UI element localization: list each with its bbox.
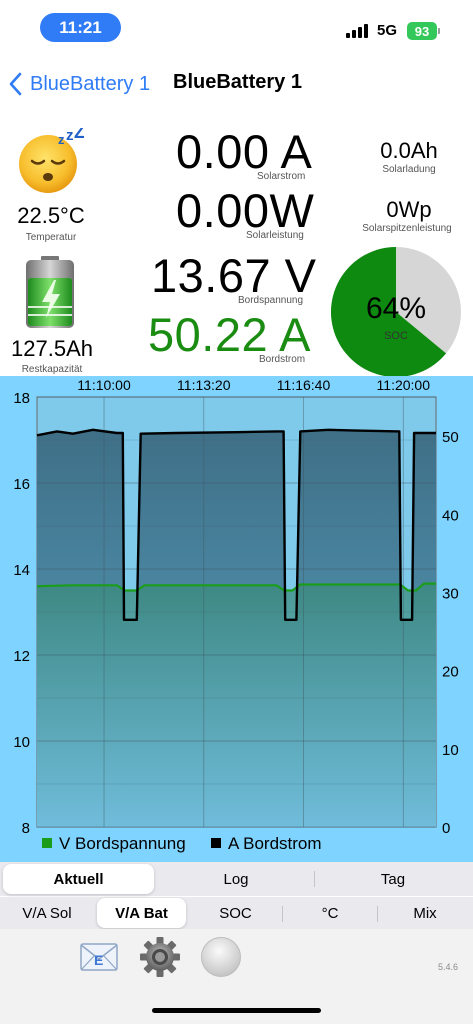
chart-area: 11:10:00 11:13:20 11:16:40 11:20:00 18 16 14 12… <box>0 376 473 862</box>
legend-swatch <box>42 838 52 848</box>
soc-percent-text: 64% <box>365 292 427 325</box>
segment-divider <box>314 871 315 887</box>
battery-level-icon: 93 <box>407 22 437 40</box>
y-left-tick-label: 16 <box>13 476 30 493</box>
back-button[interactable]: BlueBattery 1 <box>8 68 150 100</box>
y-right-tick-label: 40 <box>442 507 459 524</box>
y-right-tick-label: 10 <box>442 742 459 759</box>
x-tick-label: 11:20:00 <box>377 377 431 393</box>
board-voltage-value: 13.67 V <box>151 249 317 302</box>
board-voltage-label: Bordspannung <box>238 295 304 306</box>
back-label: BlueBattery 1 <box>30 72 151 95</box>
tab-aktuell[interactable]: Aktuell <box>3 864 154 894</box>
y-left-tick-label: 10 <box>13 734 30 751</box>
tab-log[interactable]: Log <box>160 864 312 894</box>
tab-soc[interactable]: SOC <box>190 898 281 928</box>
app-version: 5.4.6 <box>438 962 459 972</box>
solar-power-value: 0.00W <box>176 184 315 237</box>
charging-battery-icon <box>26 256 74 328</box>
svg-text:z: z <box>58 132 65 147</box>
y-right-tick-label: 30 <box>442 585 459 602</box>
svg-text:z: z <box>66 128 74 144</box>
y-left-tick-label: 12 <box>13 648 30 665</box>
voltage-area <box>37 583 436 827</box>
solar-current-value: 0.00 A <box>176 125 313 178</box>
tab-va-bat[interactable]: V/A Bat <box>97 898 186 928</box>
y-right-tick-label: 20 <box>442 664 459 681</box>
sleeping-face-emoji: z z Z <box>19 128 84 193</box>
temperature-value: 22.5°C <box>17 203 85 228</box>
y-left-tick-label: 8 <box>22 820 30 837</box>
legend-label: A Bordstrom <box>228 834 322 853</box>
soc-label: SOC <box>384 330 408 342</box>
home-indicator[interactable] <box>152 1008 321 1013</box>
email-icon[interactable]: E <box>80 943 118 971</box>
x-tick-label: 11:10:00 <box>77 377 131 393</box>
voltage-current-chart: 11:10:00 11:13:20 11:16:40 11:20:00 18 16 14 12… <box>13 377 459 853</box>
y-left-tick-label: 18 <box>13 390 30 407</box>
board-current-label: Bordstrom <box>259 354 306 365</box>
legend-swatch <box>211 838 221 848</box>
rest-capacity-value: 127.5Ah <box>11 336 93 361</box>
tab-va-sol[interactable]: V/A Sol <box>2 898 92 928</box>
segment-divider <box>282 906 283 922</box>
status-time: 11:21 <box>40 13 121 42</box>
segment-divider <box>377 906 378 922</box>
chevron-left-icon <box>9 72 22 96</box>
legend-label: V Bordspannung <box>59 834 186 853</box>
board-current-value: 50.22 A <box>148 308 311 361</box>
x-tick-label: 11:13:20 <box>177 377 231 393</box>
network-type: 5G <box>377 22 398 39</box>
solar-charge-label: Solarladung <box>382 164 436 175</box>
y-right-tick-label: 50 <box>442 429 459 446</box>
tab-mix[interactable]: Mix <box>379 898 471 928</box>
solar-peak-label: Solarspitzenleistung <box>362 223 452 234</box>
svg-text:Z: Z <box>74 128 84 142</box>
tab-temperature[interactable]: °C <box>284 898 376 928</box>
signal-icon <box>346 24 368 38</box>
y-right-tick-label: 0 <box>442 820 450 837</box>
solar-power-label: Solarleistung <box>246 230 304 241</box>
gear-icon[interactable] <box>139 936 181 978</box>
x-tick-label: 11:16:40 <box>277 377 331 393</box>
temperature-label: Temperatur <box>25 232 77 243</box>
rest-capacity-label: Restkapazität <box>21 364 83 375</box>
y-left-tick-label: 14 <box>13 562 30 579</box>
tab-tag[interactable]: Tag <box>316 864 470 894</box>
record-button-icon[interactable] <box>200 936 242 978</box>
period-segmented-control: Aktuell Log Tag <box>0 862 473 896</box>
battery-tip <box>438 28 440 34</box>
solar-current-label: Solarstrom <box>257 171 306 182</box>
email-icon-letter: E <box>94 952 103 968</box>
solar-peak-value: 0Wp <box>386 197 432 222</box>
solar-charge-value: 0.0Ah <box>380 138 438 163</box>
view-segmented-control: V/A Sol V/A Bat SOC °C Mix <box>0 897 473 929</box>
page-title: BlueBattery 1 <box>173 71 302 93</box>
